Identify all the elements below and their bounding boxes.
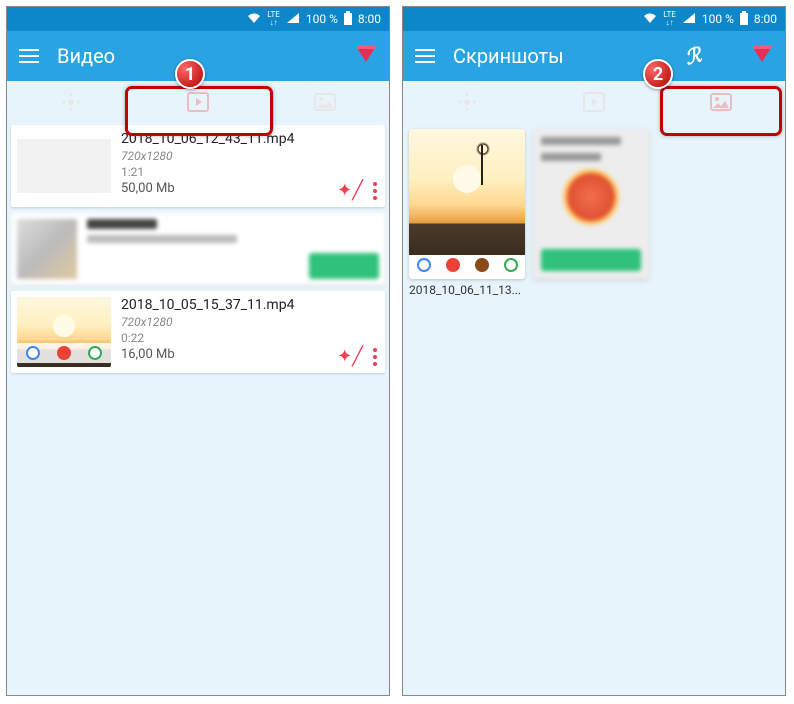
battery-icon — [344, 11, 352, 28]
tab-screenshots[interactable] — [658, 81, 785, 123]
ad-card[interactable] — [11, 213, 385, 285]
video-thumbnail — [17, 297, 111, 367]
battery-percent: 100 % — [306, 12, 338, 26]
signal-icon — [286, 12, 300, 27]
video-resolution: 720x1280 — [121, 149, 379, 163]
tab-screenshots[interactable] — [262, 81, 389, 123]
lte-indicator: LTE↓↑ — [267, 11, 280, 27]
video-filename: 2018_10_05_15_37_11.mp4 — [121, 297, 379, 313]
video-item[interactable]: 2018_10_06_12_43_11.mp4 720x1280 1:21 50… — [11, 125, 385, 207]
tab-videos[interactable] — [530, 81, 657, 123]
video-resolution: 720x1280 — [121, 315, 379, 329]
video-thumbnail — [17, 131, 111, 201]
page-title: Скриншоты — [453, 44, 564, 68]
signal-icon — [682, 12, 696, 27]
edit-icon[interactable]: ✦╱ — [337, 346, 363, 367]
premium-gem-icon[interactable] — [355, 45, 377, 67]
more-icon[interactable] — [373, 182, 377, 200]
menu-icon[interactable] — [19, 49, 39, 63]
battery-icon — [740, 11, 748, 28]
wifi-icon — [643, 12, 657, 27]
tab-row — [403, 81, 785, 123]
battery-percent: 100 % — [702, 12, 734, 26]
video-filename: 2018_10_06_12_43_11.mp4 — [121, 131, 379, 147]
more-icon[interactable] — [373, 348, 377, 366]
brush-icon[interactable]: ℛ — [682, 42, 704, 69]
screenshot-item[interactable]: 2018_10_06_11_13... — [409, 129, 525, 297]
screenshot-filename: 2018_10_06_11_13... — [409, 283, 525, 297]
premium-gem-icon[interactable] — [751, 45, 773, 67]
app-bar: Видео — [7, 31, 389, 81]
video-list: 2018_10_06_12_43_11.mp4 720x1280 1:21 50… — [7, 125, 389, 373]
video-duration: 0:22 — [121, 331, 379, 345]
page-title: Видео — [57, 44, 115, 68]
screenshot-thumbnail — [409, 129, 525, 279]
screenshot-grid: 2018_10_06_11_13... — [403, 123, 785, 303]
wifi-icon — [247, 12, 261, 27]
menu-icon[interactable] — [415, 49, 435, 63]
tab-videos[interactable] — [134, 81, 261, 123]
edit-icon[interactable]: ✦╱ — [337, 180, 363, 201]
phone-screen-screenshots: LTE↓↑ 100 % 8:00 Скриншоты ℛ — [402, 6, 786, 696]
screenshot-ad-item[interactable] — [533, 129, 649, 297]
video-item[interactable]: 2018_10_05_15_37_11.mp4 720x1280 0:22 16… — [11, 291, 385, 373]
video-duration: 1:21 — [121, 165, 379, 179]
app-bar: Скриншоты ℛ — [403, 31, 785, 81]
lte-indicator: LTE↓↑ — [663, 11, 676, 27]
tab-row — [7, 81, 389, 123]
tab-settings[interactable] — [7, 81, 134, 123]
status-bar: LTE↓↑ 100 % 8:00 — [403, 7, 785, 31]
tab-settings[interactable] — [403, 81, 530, 123]
clock: 8:00 — [358, 12, 381, 26]
clock: 8:00 — [754, 12, 777, 26]
phone-screen-videos: LTE↓↑ 100 % 8:00 Видео — [6, 6, 390, 696]
status-bar: LTE↓↑ 100 % 8:00 — [7, 7, 389, 31]
